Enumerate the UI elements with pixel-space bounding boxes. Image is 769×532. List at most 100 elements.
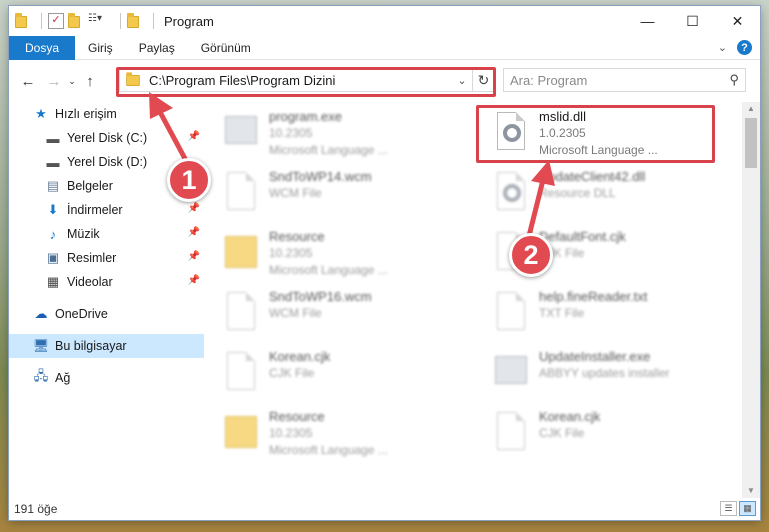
folder-icon	[127, 13, 143, 29]
sidebar-item-onedrive[interactable]: ☁ OneDrive	[9, 302, 204, 326]
tab-home[interactable]: Giriş	[75, 36, 126, 60]
file-detail: 10.2305	[269, 426, 313, 440]
file-item[interactable]: SndToWP16.wcm WCM File	[209, 288, 449, 342]
file-item[interactable]: UpdateInstaller.exe ABBYY updates install…	[479, 348, 719, 402]
toolbar-separator	[120, 13, 121, 29]
help-icon[interactable]: ?	[737, 40, 752, 55]
search-input[interactable]: Ara: Program	[510, 73, 587, 88]
star-icon: ★	[35, 106, 47, 121]
item-count: 191 öğe	[14, 502, 58, 516]
customize-toolbar-icon[interactable]: ☷▾	[88, 13, 110, 29]
file-item[interactable]: Korean.cjk CJK File	[209, 348, 449, 402]
file-detail: 10.2305	[269, 246, 313, 260]
sidebar-item-quick-access[interactable]: ★ Hızlı erişim	[9, 102, 204, 126]
up-button[interactable]: ↑	[79, 69, 101, 93]
sidebar-item-pictures[interactable]: ▣ Resimler 📌	[9, 246, 204, 270]
file-detail: Microsoft Language ...	[269, 443, 388, 457]
file-name: Korean.cjk	[539, 409, 601, 424]
file-item[interactable]: Resource 10.2305 Microsoft Language ...	[209, 408, 449, 462]
folder-icon[interactable]	[15, 13, 31, 29]
file-name: Korean.cjk	[269, 349, 331, 364]
file-name: Resource	[269, 229, 325, 244]
application-icon	[491, 350, 533, 396]
sidebar-item-label: Videolar	[67, 275, 113, 289]
scrollbar-thumb[interactable]	[745, 118, 757, 168]
file-item[interactable]: program.exe 10.2305 Microsoft Language ...	[209, 108, 449, 162]
tab-view[interactable]: Görünüm	[188, 36, 264, 60]
file-detail: CJK File	[269, 366, 315, 380]
sidebar-item-label: Hızlı erişim	[55, 107, 117, 121]
ribbon-expand-icon[interactable]: ⌄	[718, 41, 727, 54]
file-item[interactable]: SndToWP14.wcm WCM File	[209, 168, 449, 222]
scroll-up-icon[interactable]: ▲	[742, 102, 760, 116]
sidebar-item-label: Yerel Disk (C:)	[67, 131, 148, 145]
step-badge-2: 2	[509, 233, 553, 277]
sidebar-item-label: Belgeler	[67, 179, 113, 193]
properties-icon[interactable]: ✓	[48, 13, 64, 29]
new-folder-icon[interactable]	[68, 13, 84, 29]
forward-button[interactable]: →	[43, 69, 65, 93]
pin-icon[interactable]: 📌	[188, 131, 200, 142]
file-detail: Microsoft Language ...	[269, 143, 388, 157]
sidebar-item-this-pc[interactable]: 🖥 Bu bilgisayar	[9, 334, 204, 358]
address-highlight-box	[116, 67, 496, 97]
file-name: UpdateInstaller.exe	[539, 349, 651, 364]
minimize-button[interactable]: —	[625, 6, 670, 36]
back-button[interactable]: ←	[17, 69, 39, 93]
details-view-button[interactable]: ☰	[720, 501, 737, 516]
pin-icon[interactable]: 📌	[188, 203, 200, 214]
drive-icon: ▬	[46, 130, 60, 146]
window-title: Program	[164, 13, 214, 29]
file-item[interactable]: help.fineReader.txt TXT File	[479, 288, 719, 342]
file-icon	[491, 410, 533, 456]
sidebar-item-label: OneDrive	[55, 307, 108, 321]
status-bar: 191 öğe ☰ ▦	[9, 498, 760, 520]
tab-file[interactable]: Dosya	[9, 35, 76, 60]
folder-icon	[221, 410, 263, 456]
vertical-scrollbar[interactable]: ▲ ▼	[742, 102, 760, 498]
file-item[interactable]: Resource 10.2305 Microsoft Language ...	[209, 228, 449, 282]
sidebar-item-music[interactable]: ♪ Müzik 📌	[9, 222, 204, 246]
file-detail: WCM File	[269, 186, 322, 200]
folder-icon	[221, 230, 263, 276]
cloud-icon: ☁	[34, 306, 48, 321]
search-icon[interactable]: ⚲	[729, 72, 739, 88]
file-detail: Resource DLL	[539, 186, 616, 200]
file-icon	[221, 350, 263, 396]
maximize-button[interactable]: ☐	[670, 6, 715, 36]
sidebar-item-downloads[interactable]: ⬇ İndirmeler 📌	[9, 198, 204, 222]
sidebar-item-videos[interactable]: ▦ Videolar 📌	[9, 270, 204, 294]
file-name: DefaultFont.cjk	[539, 229, 626, 244]
sidebar-item-local-disk-c[interactable]: ▬ Yerel Disk (C:) 📌	[9, 126, 204, 150]
file-name: SndToWP14.wcm	[269, 169, 372, 184]
navigation-pane: ★ Hızlı erişim ▬ Yerel Disk (C:) 📌 ▬ Yerel D…	[9, 102, 204, 482]
recent-locations-button[interactable]: ⌄	[65, 69, 79, 93]
file-icon	[221, 170, 263, 216]
close-button[interactable]: ✕	[715, 6, 760, 36]
file-detail: WCM File	[269, 306, 322, 320]
file-item[interactable]: UpdateClient42.dll Resource DLL	[479, 168, 719, 222]
file-detail: ABBYY updates installer	[539, 366, 670, 380]
pin-icon[interactable]: 📌	[188, 275, 200, 286]
scroll-down-icon[interactable]: ▼	[742, 484, 760, 498]
sidebar-item-label: İndirmeler	[67, 203, 123, 217]
pin-icon[interactable]: 📌	[188, 251, 200, 262]
file-detail: TXT File	[539, 306, 585, 320]
sidebar-item-label: Bu bilgisayar	[55, 339, 127, 353]
file-detail: CJK File	[539, 426, 585, 440]
search-box[interactable]: Ara: Program ⚲	[503, 68, 746, 92]
sidebar-item-label: Müzik	[67, 227, 100, 241]
file-name: program.exe	[269, 109, 342, 124]
file-detail: 10.2305	[269, 126, 313, 140]
sidebar-item-network[interactable]: 🖧 Ağ	[9, 366, 204, 390]
tiles-view-button[interactable]: ▦	[739, 501, 756, 516]
step-badge-1: 1	[167, 158, 211, 202]
tab-share[interactable]: Paylaş	[126, 36, 188, 60]
sidebar-item-label: Yerel Disk (D:)	[67, 155, 148, 169]
file-detail: Microsoft Language ...	[269, 263, 388, 277]
sidebar-item-label: Ağ	[55, 371, 71, 385]
file-item[interactable]: Korean.cjk CJK File	[479, 408, 719, 462]
pin-icon[interactable]: 📌	[188, 227, 200, 238]
toolbar-separator	[41, 13, 42, 29]
music-icon: ♪	[49, 226, 57, 242]
